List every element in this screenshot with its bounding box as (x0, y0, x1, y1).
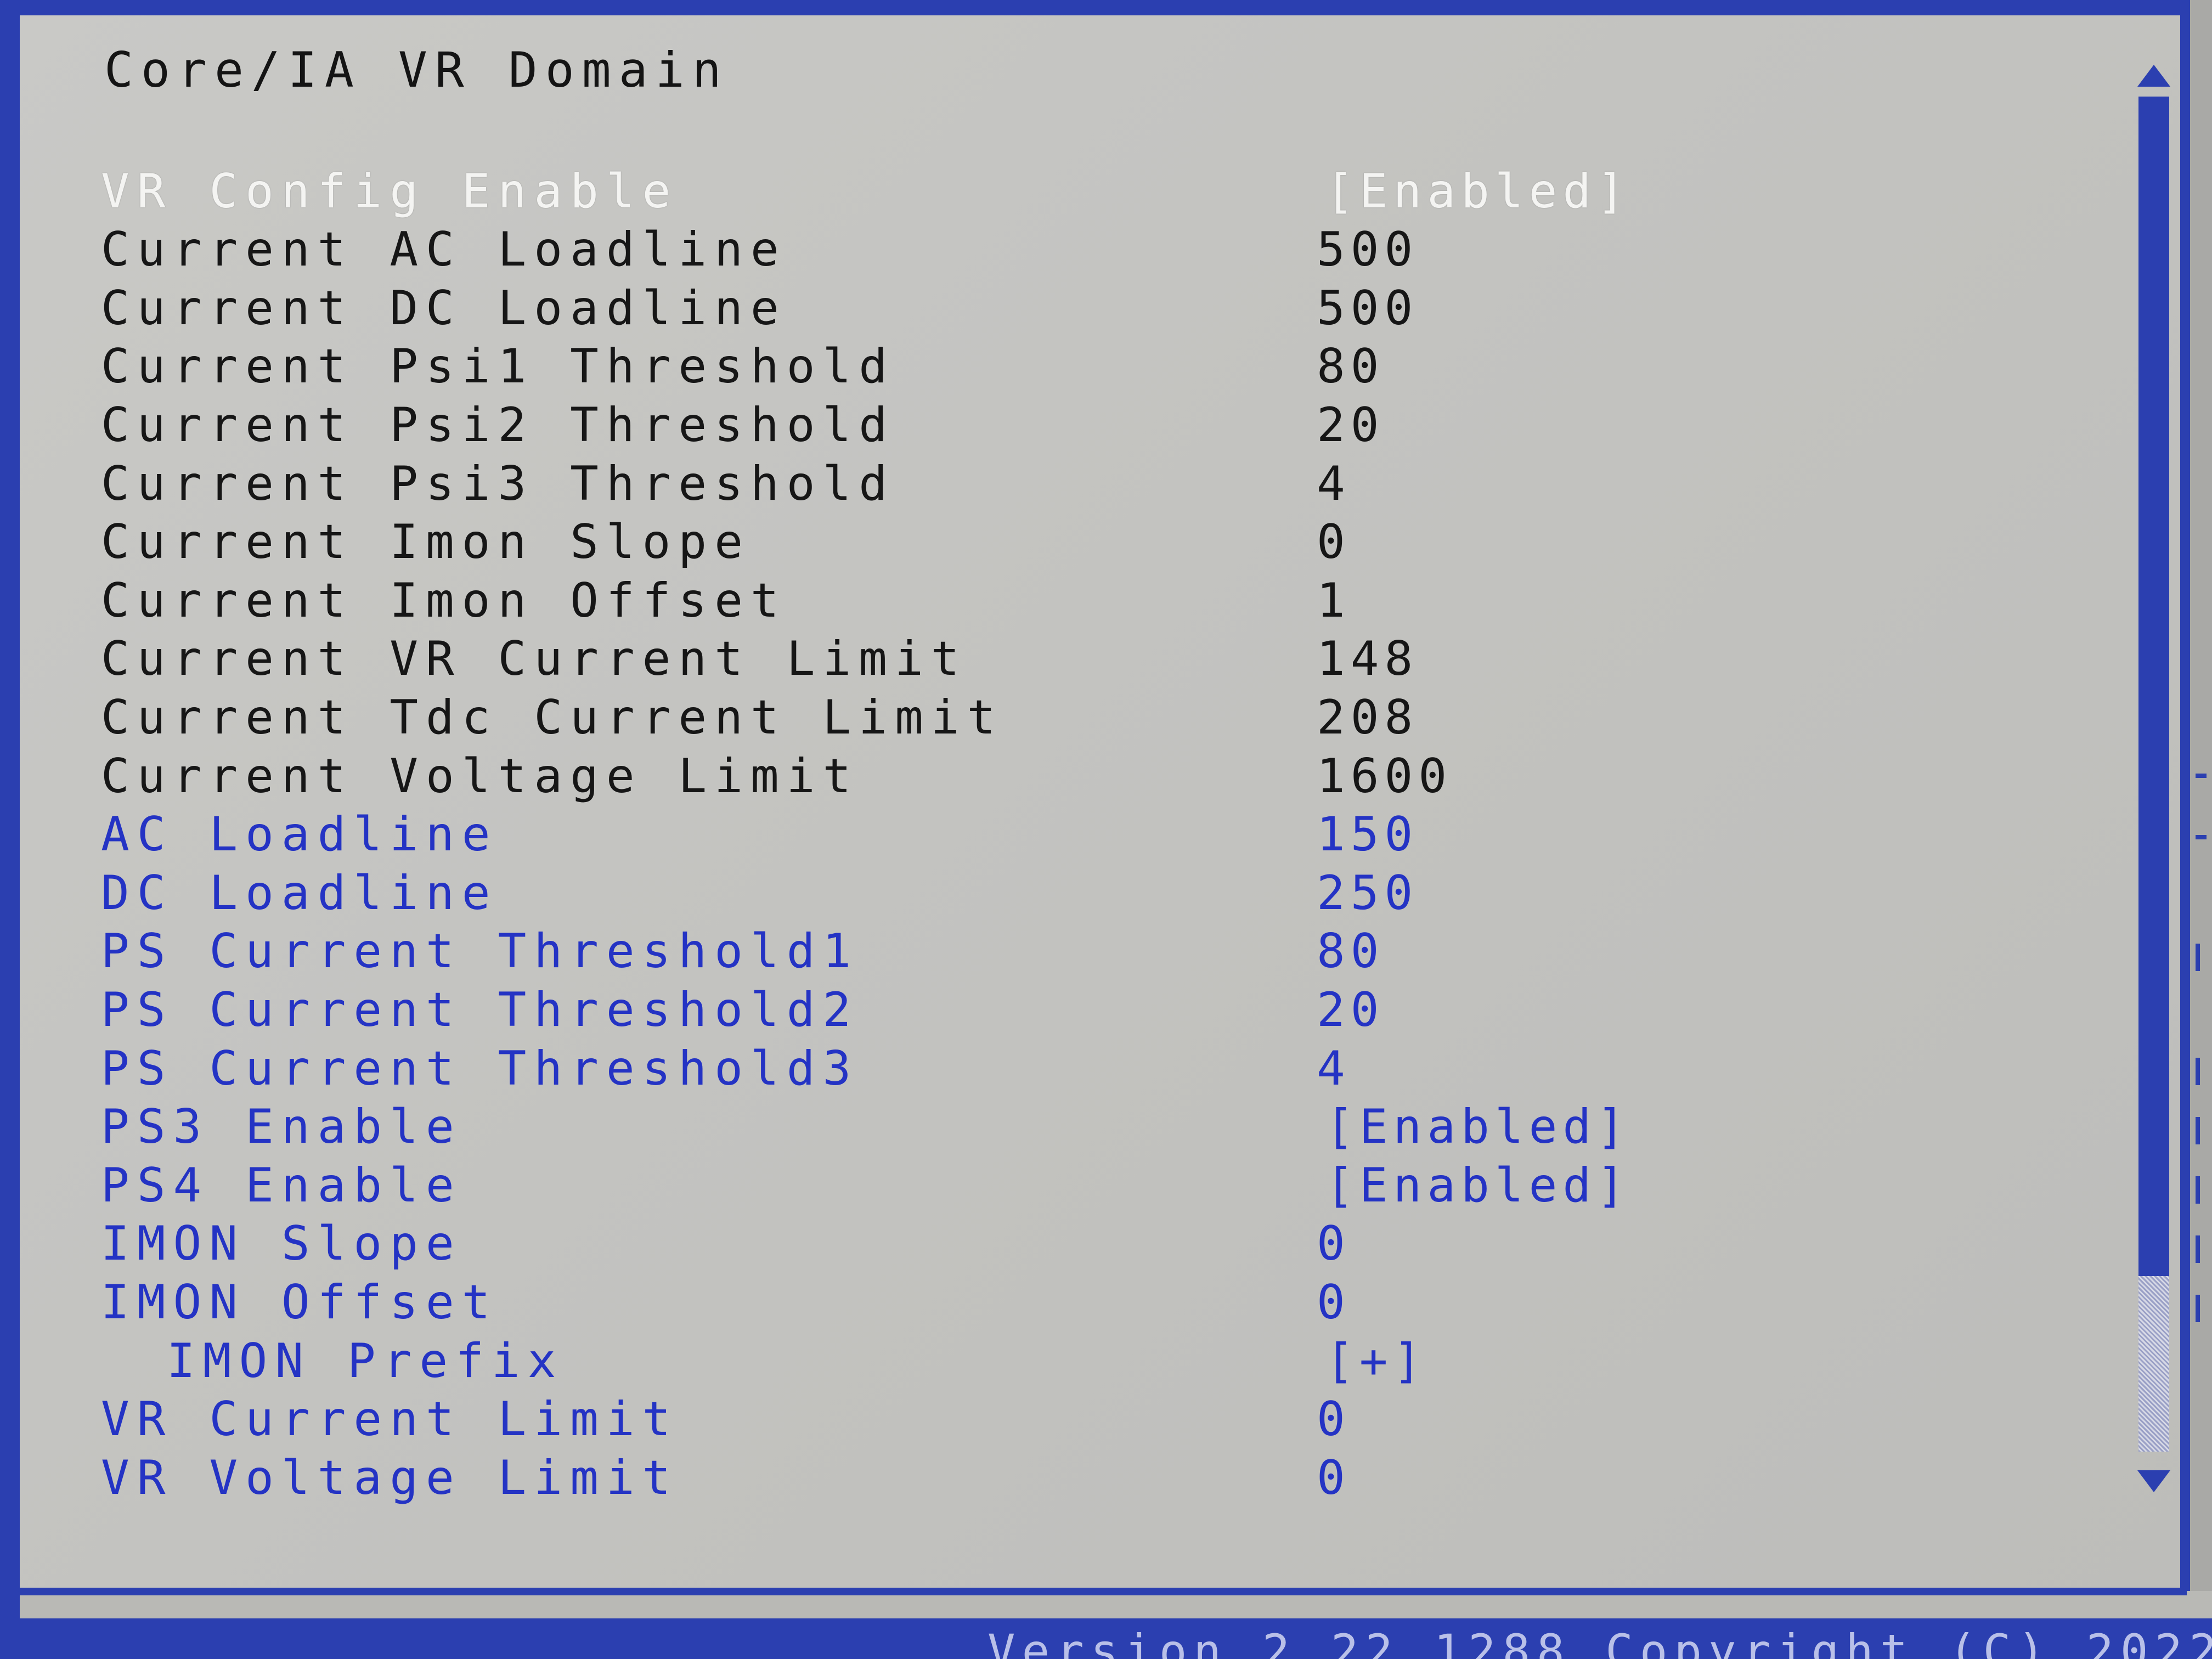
setting-label: AC Loadline (101, 807, 498, 862)
help-panel-bar (2196, 944, 2200, 971)
info-row-current-psi2-threshold: Current Psi2 Threshold 20 (0, 396, 2085, 454)
info-value: 0 (1317, 515, 1351, 569)
setting-row-ps-current-threshold3[interactable]: PS Current Threshold3 4 (0, 1040, 2085, 1098)
setting-value-input[interactable]: 4 (1317, 1040, 1351, 1098)
setting-label: PS4 Enable (101, 1158, 462, 1213)
setting-label: DC Loadline (101, 866, 498, 921)
setting-label: PS Current Threshold1 (101, 924, 859, 979)
info-label: Current Imon Slope (101, 515, 751, 569)
setting-row-ps-current-threshold1[interactable]: PS Current Threshold1 80 (0, 922, 2085, 980)
info-label: Current Imon Offset (101, 573, 787, 628)
info-row-current-dc-loadline: Current DC Loadline 500 (0, 279, 2085, 337)
info-label: Current Voltage Limit (101, 749, 859, 804)
info-label: Current DC Loadline (101, 281, 787, 336)
help-panel-edge (2187, 0, 2212, 1591)
info-label: Current Psi2 Threshold (101, 398, 895, 453)
setting-label: IMON Slope (101, 1216, 462, 1271)
help-panel-bar (2196, 1058, 2200, 1085)
info-row-current-ac-loadline: Current AC Loadline 500 (0, 221, 2085, 279)
info-label: Current AC Loadline (101, 222, 787, 277)
setting-value-input[interactable]: 250 (1317, 864, 1418, 922)
setting-row-vr-config-enable[interactable]: VR Config Enable [Enabled] (0, 162, 2085, 221)
setting-label: VR Config Enable (101, 164, 679, 219)
info-value: 148 (1317, 631, 1419, 686)
info-row-current-psi3-threshold: Current Psi3 Threshold 4 (0, 455, 2085, 513)
setting-value-input[interactable]: 0 (1317, 1215, 1351, 1273)
setting-value-dropdown[interactable]: [+] (1325, 1332, 1427, 1390)
info-value: 1600 (1317, 749, 1453, 804)
info-value: 500 (1317, 222, 1419, 277)
setting-label: VR Current Limit (101, 1392, 679, 1447)
setting-label: IMON Prefix (167, 1334, 564, 1389)
info-row-current-voltage-limit: Current Voltage Limit 1600 (0, 747, 2085, 805)
setting-value-dropdown[interactable]: [Enabled] (1325, 1156, 1630, 1215)
setting-label: PS3 Enable (101, 1099, 462, 1154)
info-row-current-tdc-current-limit: Current Tdc Current Limit 208 (0, 689, 2085, 747)
help-panel-bar (2196, 1117, 2200, 1144)
info-value: 208 (1317, 690, 1419, 745)
info-value: 4 (1317, 456, 1351, 511)
info-label: Current Psi1 Threshold (101, 339, 895, 394)
help-panel-bar (2196, 1176, 2200, 1204)
help-panel-bar (2196, 1235, 2200, 1263)
scroll-up-arrow-icon[interactable] (2137, 65, 2170, 87)
setting-row-ac-loadline[interactable]: AC Loadline 150 (0, 805, 2085, 864)
setting-row-imon-offset[interactable]: IMON Offset 0 (0, 1273, 2085, 1331)
setting-row-vr-current-limit[interactable]: VR Current Limit 0 (0, 1390, 2085, 1448)
info-label: Current Psi3 Threshold (101, 456, 895, 511)
info-value: 500 (1317, 281, 1419, 336)
setting-row-vr-voltage-limit[interactable]: VR Voltage Limit 0 (0, 1449, 2085, 1507)
help-panel-bar (2196, 1295, 2200, 1322)
info-value: 20 (1317, 398, 1385, 453)
frame-top-border (0, 0, 2212, 15)
setting-row-ps4-enable[interactable]: PS4 Enable [Enabled] (0, 1156, 2085, 1215)
setting-value-input[interactable]: 0 (1317, 1273, 1351, 1331)
setting-row-ps3-enable[interactable]: PS3 Enable [Enabled] (0, 1098, 2085, 1156)
page-title: Core/IA VR Domain (104, 42, 729, 98)
info-row-current-imon-slope: Current Imon Slope 0 (0, 513, 2085, 571)
scrollbar-thumb[interactable] (2138, 97, 2169, 1276)
help-panel-tick (2196, 835, 2207, 839)
setting-label: PS Current Threshold3 (101, 1041, 859, 1096)
scroll-down-arrow-icon[interactable] (2137, 1470, 2170, 1492)
setting-row-dc-loadline[interactable]: DC Loadline 250 (0, 864, 2085, 922)
info-row-current-vr-current-limit: Current VR Current Limit 148 (0, 630, 2085, 688)
setting-value-input[interactable]: 0 (1317, 1449, 1351, 1507)
setting-value-dropdown[interactable]: [Enabled] (1325, 1098, 1630, 1156)
info-label: Current Tdc Current Limit (101, 690, 1003, 745)
setting-row-imon-prefix[interactable]: IMON Prefix [+] (0, 1332, 2085, 1390)
setting-value-input[interactable]: 0 (1317, 1390, 1351, 1448)
setting-value-input[interactable]: 20 (1317, 981, 1385, 1039)
help-panel-tick (2196, 774, 2207, 778)
setting-value-input[interactable]: 80 (1317, 922, 1385, 980)
info-row-current-imon-offset: Current Imon Offset 1 (0, 572, 2085, 630)
setting-label: IMON Offset (101, 1275, 498, 1330)
version-copyright-text: Version 2.22.1288 Copyright (C) 2022 (988, 1624, 2212, 1659)
setting-value-dropdown[interactable]: [Enabled] (1325, 162, 1630, 221)
setting-value-input[interactable]: 150 (1317, 805, 1418, 864)
setting-row-ps-current-threshold2[interactable]: PS Current Threshold2 20 (0, 981, 2085, 1039)
info-value: 80 (1317, 339, 1385, 394)
setting-label: VR Voltage Limit (101, 1451, 679, 1505)
setting-label: PS Current Threshold2 (101, 983, 859, 1037)
setting-row-imon-slope[interactable]: IMON Slope 0 (0, 1215, 2085, 1273)
info-row-current-psi1-threshold: Current Psi1 Threshold 80 (0, 337, 2085, 396)
info-label: Current VR Current Limit (101, 631, 967, 686)
info-value: 1 (1317, 573, 1351, 628)
